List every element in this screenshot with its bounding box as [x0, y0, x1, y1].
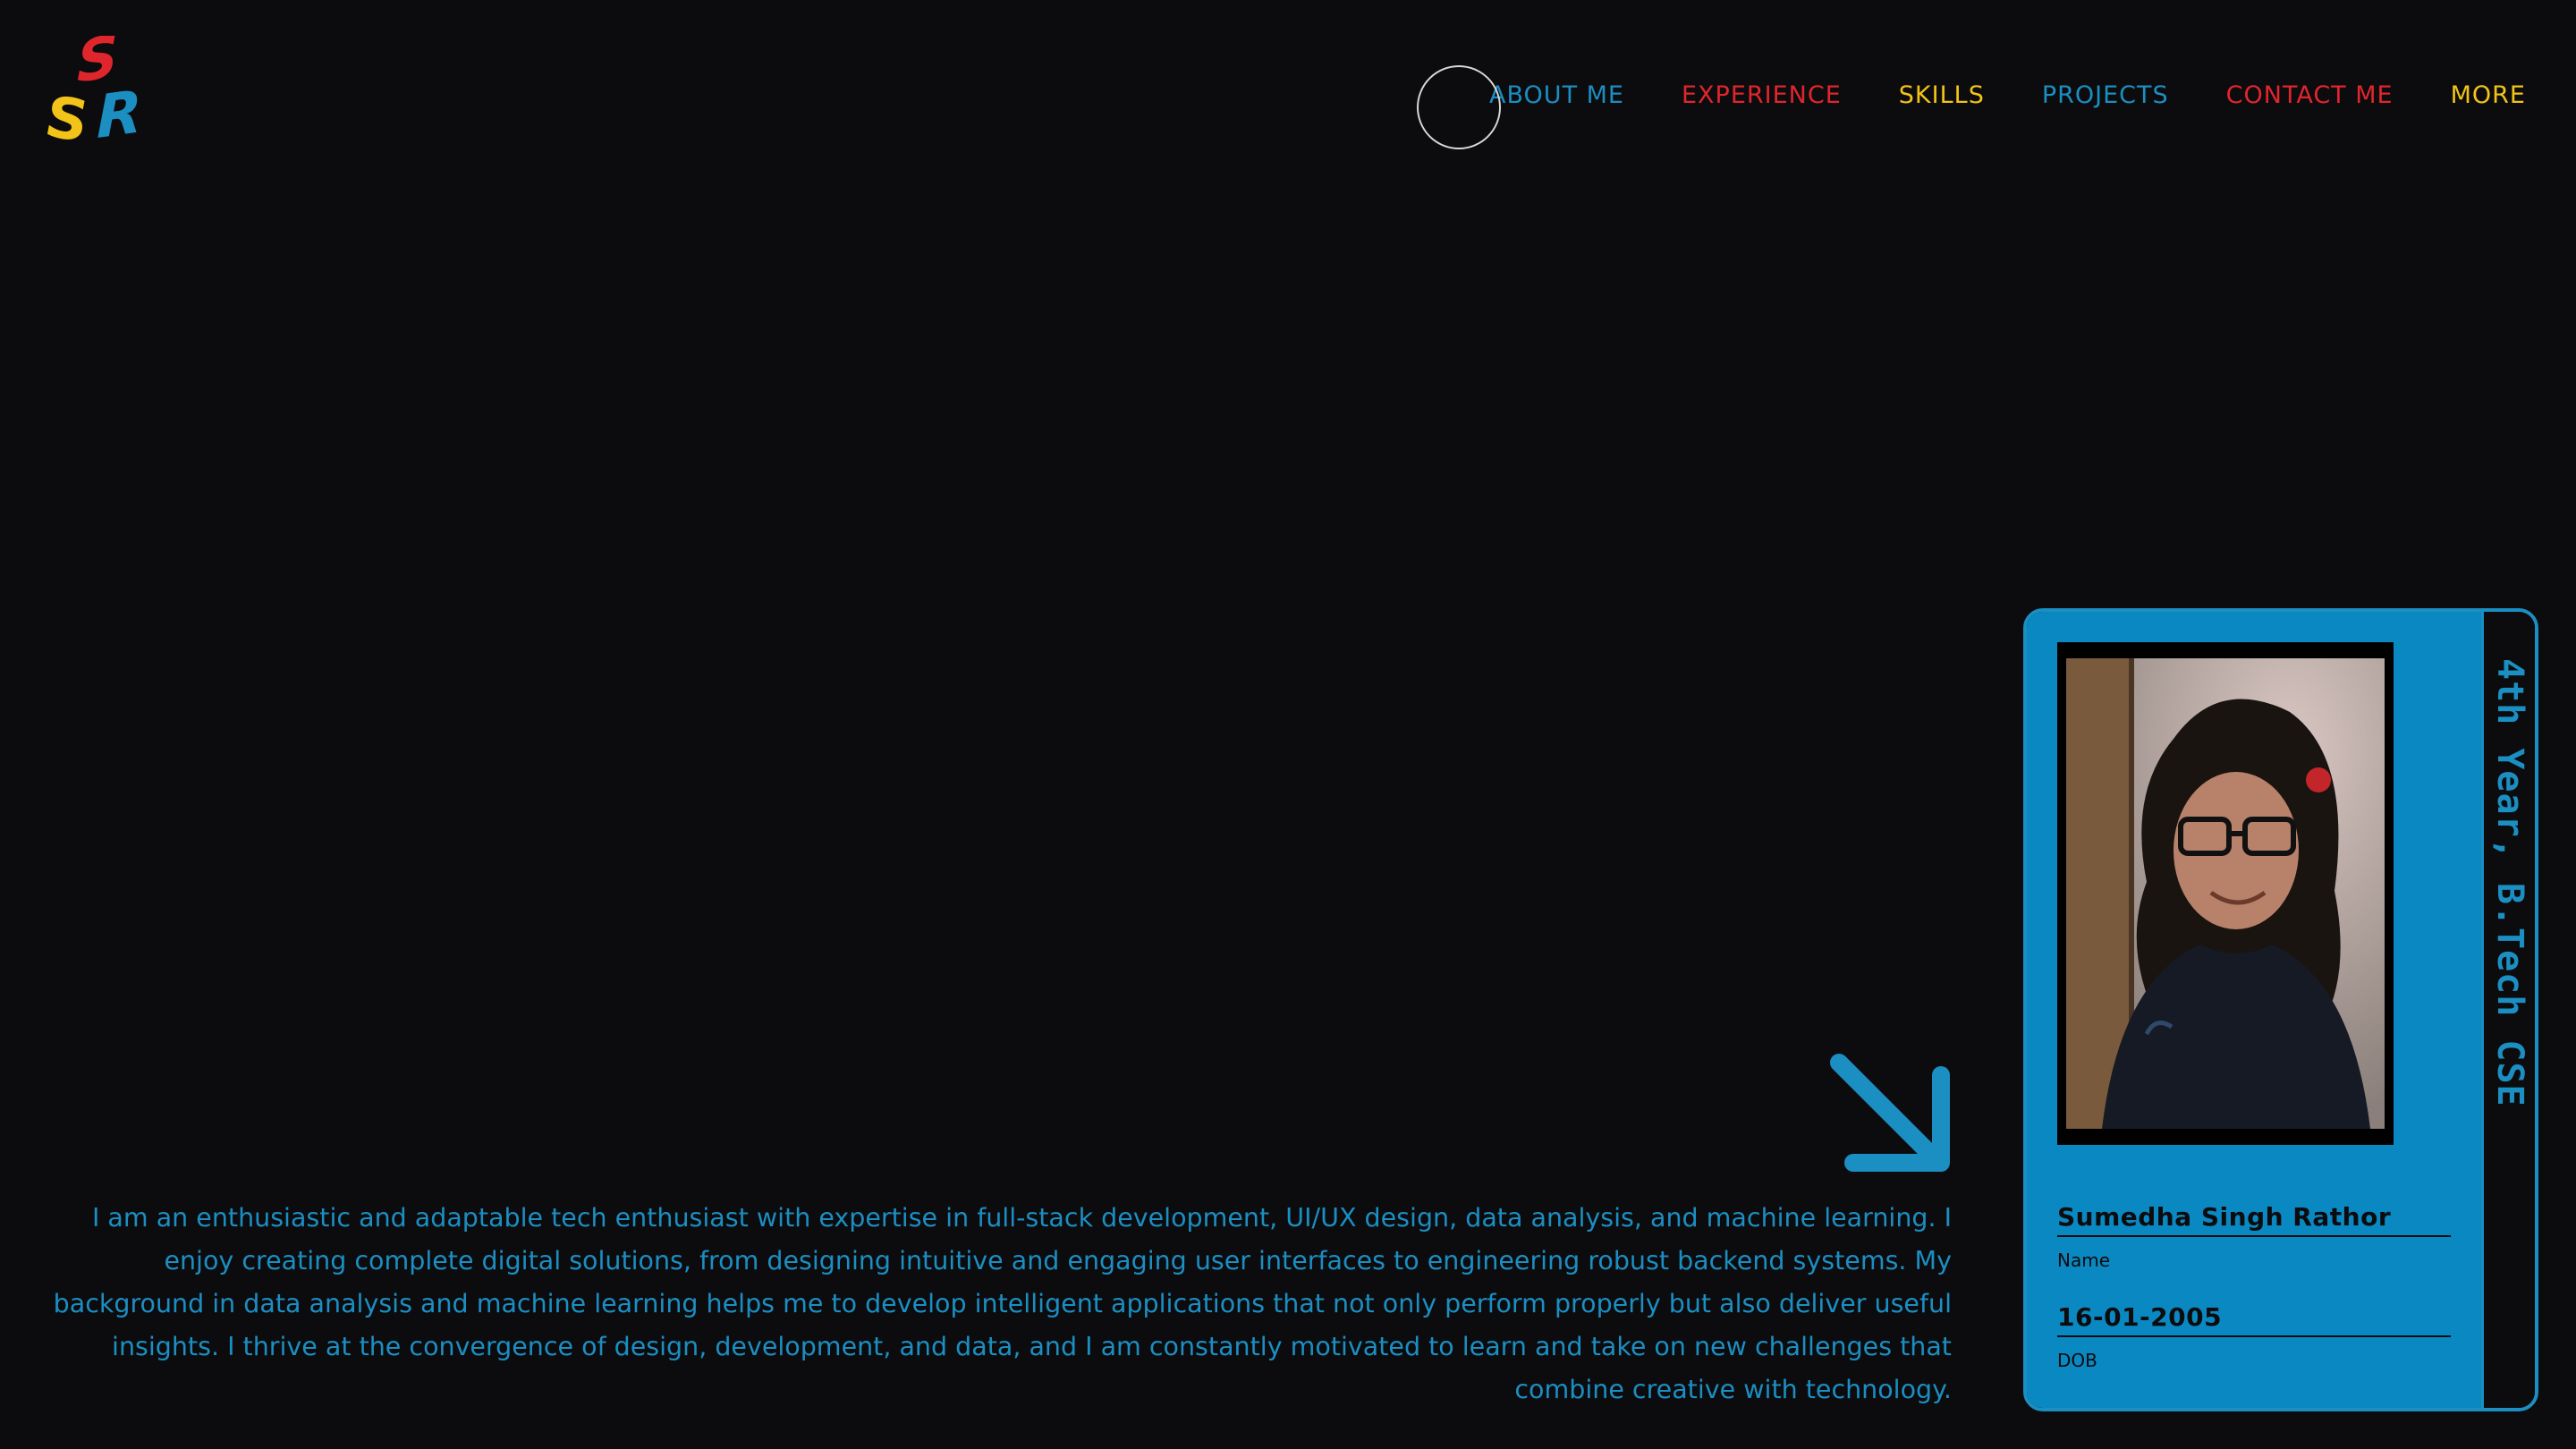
nav-skills[interactable]: SKILLS [1899, 81, 1985, 109]
name-label: Name [2057, 1250, 2111, 1271]
dob-field: 16-01-2005 DOB [2057, 1302, 2451, 1371]
id-card-main: Sumedha Singh Rathor Name 16-01-2005 DOB [2027, 612, 2481, 1408]
dob-value: 16-01-2005 [2057, 1302, 2451, 1337]
nav-more[interactable]: MORE [2451, 81, 2526, 109]
arrow-down-right-icon [1830, 1054, 1950, 1172]
nav-contact-me[interactable]: CONTACT ME [2226, 81, 2394, 109]
name-field: Sumedha Singh Rathor Name [2057, 1202, 2451, 1271]
custom-cursor [1417, 65, 1501, 149]
intro-paragraph: I am an enthusiastic and adaptable tech … [53, 1203, 1952, 1404]
nav-about-me[interactable]: ABOUT ME [1489, 81, 1624, 109]
profile-photo-frame [2057, 642, 2394, 1145]
main-nav: ABOUT ME EXPERIENCE SKILLS PROJECTS CONT… [1489, 77, 2526, 113]
id-card-side-strip: 4th Year, B.Tech CSE [2481, 612, 2535, 1408]
year-program-label: 4th Year, B.Tech CSE [2489, 658, 2530, 1107]
id-card: Sumedha Singh Rathor Name 16-01-2005 DOB… [2023, 608, 2538, 1411]
logo[interactable]: S S R [47, 36, 161, 157]
logo-letter-s-left: S [47, 83, 88, 156]
profile-photo [2066, 658, 2385, 1129]
nav-projects[interactable]: PROJECTS [2042, 81, 2169, 109]
nav-experience[interactable]: EXPERIENCE [1682, 81, 1842, 109]
name-value: Sumedha Singh Rathor [2057, 1202, 2451, 1237]
logo-letter-r: R [97, 76, 142, 152]
dob-label: DOB [2057, 1350, 2097, 1371]
